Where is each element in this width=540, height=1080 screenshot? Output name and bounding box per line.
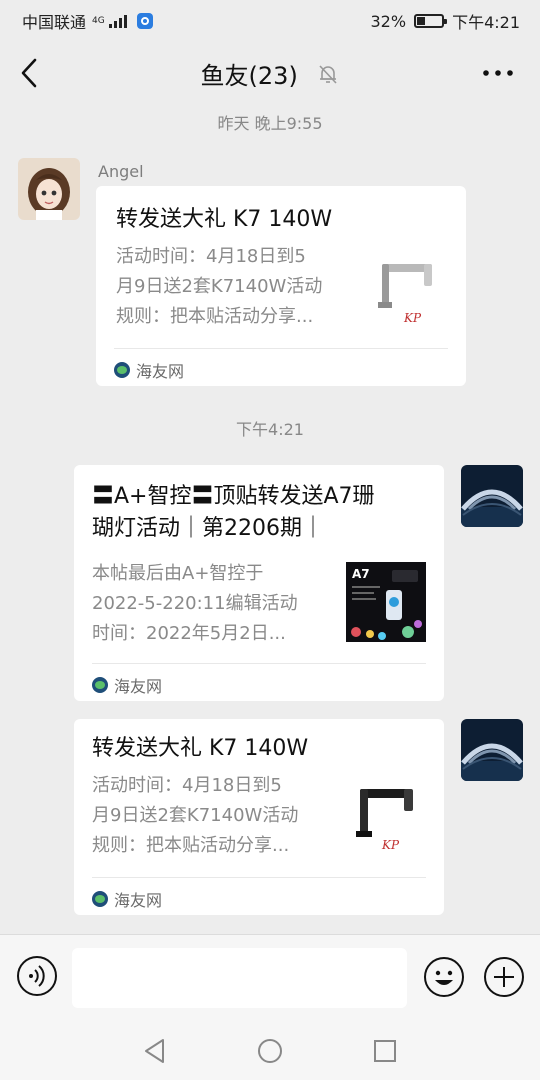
signal-icon	[108, 14, 127, 28]
network-type-label: 4G	[92, 15, 105, 26]
card-description: 活动时间：4月18日到5 月9日送2套K7140W活动 规则：把本贴活动分享..…	[92, 771, 298, 861]
svg-text:KP: KP	[381, 838, 400, 852]
card-divider	[114, 348, 448, 349]
card-title: 〓A+智控〓顶贴转发送A7珊 瑚灯活动｜第2206期｜	[92, 481, 432, 545]
message-timestamp: 昨天 晚上9:55	[217, 114, 323, 133]
card-description-line: 时间：2022年5月2日...	[92, 623, 286, 644]
card-title: 转发送大礼 K7 140W	[92, 736, 309, 761]
card-divider	[92, 877, 426, 878]
card-description-line: 2022-5-220:11编辑活动	[92, 593, 298, 614]
link-card[interactable]: 〓A+智控〓顶贴转发送A7珊 瑚灯活动｜第2206期｜ 本帖最后由A+智控于 2…	[74, 465, 444, 701]
card-description-line: 活动时间：4月18日到5	[116, 246, 306, 267]
haiyou-logo-icon	[92, 677, 108, 693]
battery-icon	[414, 14, 448, 28]
nav-home-icon[interactable]	[255, 1036, 285, 1066]
card-source: 海友网	[114, 358, 184, 382]
nav-recents-icon[interactable]	[370, 1036, 400, 1066]
plus-icon[interactable]	[482, 955, 526, 999]
svg-text:KP: KP	[403, 311, 422, 325]
voice-icon[interactable]	[16, 955, 58, 997]
haiyou-logo-icon	[92, 891, 108, 907]
app-notification-icon	[136, 13, 153, 29]
card-title-line: 〓A+智控〓顶贴转发送A7珊	[92, 484, 375, 509]
thumbnail-label: A7	[352, 567, 370, 581]
status-bar: 中国联通 4G 32% 下午4:21	[0, 0, 540, 38]
card-source-label: 海友网	[136, 362, 185, 381]
message-input-bar	[0, 934, 540, 1024]
mute-bell-icon	[319, 64, 338, 84]
card-description-line: 月9日送2套K7140W活动	[116, 276, 323, 297]
chat-title: 鱼友(23)	[200, 62, 298, 90]
carrier-label: 中国联通	[22, 13, 87, 32]
card-source-label: 海友网	[114, 677, 163, 696]
light-fixture-thumbnail: KP	[346, 777, 426, 857]
a7-coral-lamp-thumbnail: A7	[346, 562, 426, 642]
card-title-line: 瑚灯活动｜第2206期｜	[92, 516, 324, 541]
more-icon[interactable]	[482, 60, 514, 86]
card-source: 海友网	[92, 887, 162, 911]
light-fixture-thumbnail: KP	[366, 254, 446, 334]
message-timestamp: 下午4:21	[236, 420, 304, 439]
card-description-line: 规则：把本贴活动分享...	[116, 306, 314, 327]
card-description-line: 本帖最后由A+智控于	[92, 563, 264, 584]
nav-back-icon[interactable]	[140, 1036, 170, 1066]
card-source-label: 海友网	[114, 891, 163, 910]
card-divider	[92, 663, 426, 664]
clock: 下午4:21	[452, 13, 520, 32]
card-description-line: 月9日送2套K7140W活动	[92, 805, 299, 826]
card-description: 活动时间：4月18日到5 月9日送2套K7140W活动 规则：把本贴活动分享..…	[116, 242, 322, 332]
emoji-icon[interactable]	[422, 955, 466, 999]
card-title: 转发送大礼 K7 140W	[116, 207, 333, 232]
avatar[interactable]	[461, 719, 523, 781]
card-description-line: 活动时间：4月18日到5	[92, 775, 282, 796]
link-card[interactable]: 转发送大礼 K7 140W 活动时间：4月18日到5 月9日送2套K7140W活…	[74, 719, 444, 915]
sender-name: Angel	[98, 162, 144, 181]
battery-percent: 32%	[370, 11, 407, 31]
haiyou-logo-icon	[114, 362, 130, 378]
card-description-line: 规则：把本贴活动分享...	[92, 835, 290, 856]
card-source: 海友网	[92, 673, 162, 697]
system-nav-bar	[0, 1024, 540, 1080]
message-input[interactable]	[72, 948, 407, 1008]
link-card[interactable]: 转发送大礼 K7 140W 活动时间：4月18日到5 月9日送2套K7140W活…	[96, 186, 466, 386]
card-description: 本帖最后由A+智控于 2022-5-220:11编辑活动 时间：2022年5月2…	[92, 559, 298, 649]
chat-header: 鱼友(23)	[0, 38, 540, 108]
avatar[interactable]	[18, 158, 80, 220]
avatar[interactable]	[461, 465, 523, 527]
